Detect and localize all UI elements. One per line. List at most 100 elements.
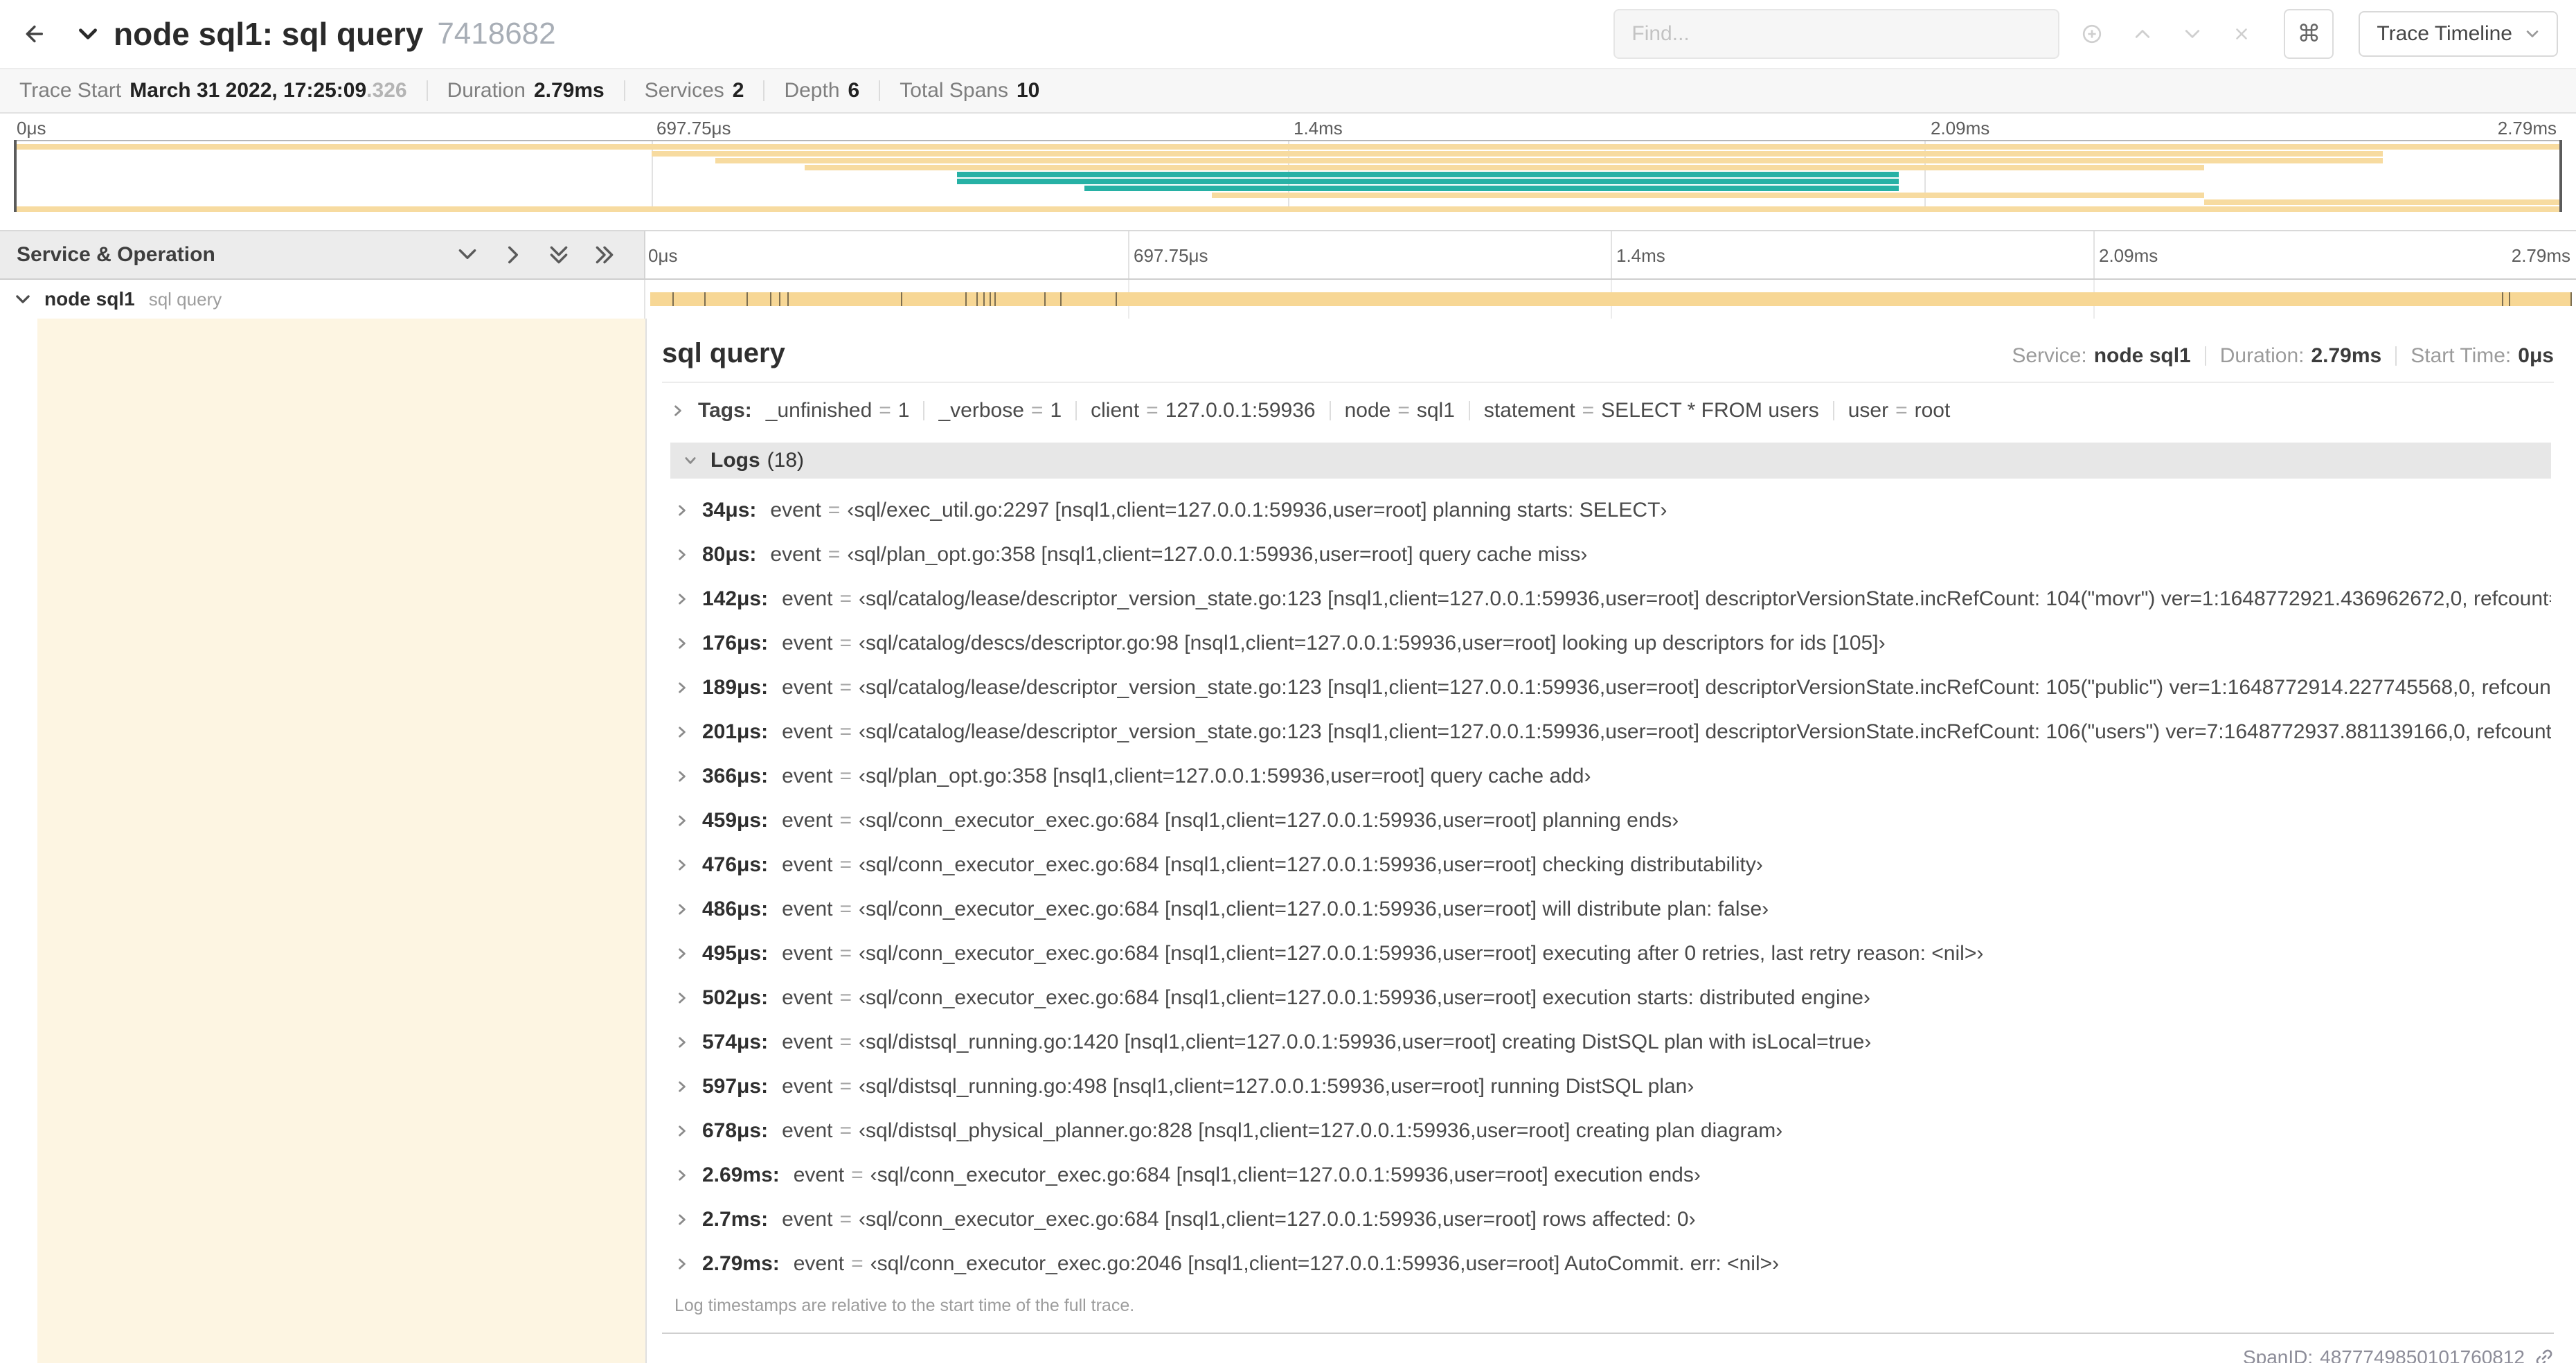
log-row[interactable]: 201μs: event = ‹sql/catalog/lease/descripto… [670,710,2551,754]
trace-view-label: Trace Timeline [2377,22,2512,45]
column-resizer[interactable] [645,319,647,1363]
chevron-right-icon [674,990,690,1006]
chevron-down-icon[interactable] [14,290,32,308]
log-row[interactable]: 2.7ms: event = ‹sql/conn_executor_exec.go:6… [670,1197,2551,1242]
log-marker [976,292,978,306]
log-row[interactable]: 459μs: event = ‹sql/conn_executor_exec.go:6… [670,799,2551,843]
log-timestamp: 80μs: [702,543,757,566]
log-field-key: event [782,809,833,832]
focus-matches-icon[interactable] [2082,24,2102,44]
minimap-span [957,179,1899,184]
prev-match-icon[interactable] [2133,24,2152,44]
log-equals: = [839,942,852,965]
tag-separator [923,401,925,420]
log-row[interactable]: 142μs: event = ‹sql/catalog/lease/descripto… [670,577,2551,621]
summary-value: 2 [732,79,744,102]
chevron-down-icon [458,249,476,259]
timeline-header-row: Service & Operation 0μs 697.75μs 1.4ms 2.09… [0,230,2576,280]
service-operation-label: Service & Operation [17,243,215,266]
log-row[interactable]: 80μs: event = ‹sql/plan_opt.go:358 [nsql1,c… [670,533,2551,577]
log-field-key: event [782,853,833,876]
log-row[interactable]: 2.79ms: event = ‹sql/conn_executor_exec.go:… [670,1242,2551,1286]
timeline-tick-label: 697.75μs [1134,245,1208,266]
clear-search-icon[interactable] [2233,25,2251,43]
span-row[interactable]: node sql1 sql query [0,280,2576,319]
log-field-value: ‹sql/catalog/lease/descriptor_version_st… [859,587,2551,610]
log-row[interactable]: 678μs: event = ‹sql/distsql_physical_planne… [670,1109,2551,1153]
log-field-value: ‹sql/catalog/descs/descriptor.go:98 [nsq… [859,632,1886,654]
tag-value: 1 [897,399,910,422]
tag-key: node [1344,399,1391,422]
meta-value: node sql1 [2093,344,2191,367]
summary-item: Total Spans 10 [900,79,1039,103]
log-row[interactable]: 2.69ms: event = ‹sql/conn_executor_exec.go:… [670,1153,2551,1197]
tag-separator [1468,401,1470,420]
next-match-icon[interactable] [2183,24,2202,44]
trace-view-selector[interactable]: Trace Timeline [2359,11,2558,57]
span-detail-panel: sql query Service: node sql1 Duration: 2.79… [662,338,2554,1363]
log-row[interactable]: 476μs: event = ‹sql/conn_executor_exec.go:6… [670,843,2551,887]
timeline-gridline [2093,231,2095,278]
back-button[interactable] [19,21,46,47]
minimap-right-scrubber[interactable] [2559,140,2562,212]
page-header: node sql1: sql query 7418682 ⌘ Trace Tim… [0,0,2576,69]
span-detail-header: sql query Service: node sql1 Duration: 2.79… [662,338,2554,369]
minimap-left-scrubber[interactable] [14,140,17,212]
chevron-right-icon [674,591,690,607]
plus-circle-icon [2083,24,2102,44]
log-row[interactable]: 502μs: event = ‹sql/conn_executor_exec.go:6… [670,976,2551,1020]
expand-one-level-button[interactable] [456,243,479,267]
span-detail-meta: Service: node sql1 Duration: 2.79ms Start Ti… [2012,344,2554,368]
header-left: node sql1: sql query 7418682 [19,15,556,53]
trace-title-collapse-toggle[interactable] [76,22,100,46]
minimap-tick-label: 2.79ms [2497,118,2557,139]
log-row[interactable]: 366μs: event = ‹sql/plan_opt.go:358 [nsql1,… [670,754,2551,799]
tags-row[interactable]: Tags: _unfinished = 1 _verbose = 1 client = 127.… [662,395,2554,426]
log-field-key: event [782,676,833,699]
log-field-key: event [782,898,833,920]
log-field-key: event [770,499,821,522]
logs-section: Logs (18) 34μs: event = ‹sql/exec_util.go:2… [670,443,2551,1316]
log-row[interactable]: 597μs: event = ‹sql/distsql_running.go:498 … [670,1064,2551,1109]
log-marker [1044,292,1046,306]
log-marker [1059,292,1062,306]
tag-value: SELECT * FROM users [1601,399,1819,422]
tag-item: user = root [1848,399,1951,422]
chevron-right-icon [674,636,690,651]
minimap-span [15,206,2561,212]
minimap-tick-label: 1.4ms [1294,118,1343,139]
minimap-canvas[interactable] [14,140,2562,212]
collapse-all-button[interactable] [593,243,616,267]
span-row-name-cell[interactable]: node sql1 sql query [0,280,645,319]
span-row-timeline-cell[interactable] [645,280,2576,319]
log-row[interactable]: 574μs: event = ‹sql/distsql_running.go:1420… [670,1020,2551,1064]
log-timestamp: 476μs: [702,853,769,876]
logs-header[interactable]: Logs (18) [670,443,2551,479]
log-row[interactable]: 495μs: event = ‹sql/conn_executor_exec.go:6… [670,932,2551,976]
log-row[interactable]: 486μs: event = ‹sql/conn_executor_exec.go:6… [670,887,2551,932]
log-field-value: ‹sql/conn_executor_exec.go:684 [nsql1,cl… [859,809,1679,832]
find-input[interactable] [1613,9,2060,59]
summary-label: Services [644,79,724,102]
tags-label: Tags: [698,399,752,422]
keyboard-shortcuts-button[interactable]: ⌘ [2284,9,2334,59]
service-operation-header: Service & Operation [0,231,645,278]
copy-link-icon[interactable] [2534,1348,2554,1363]
log-timestamp: 574μs: [702,1031,769,1053]
log-row[interactable]: 176μs: event = ‹sql/catalog/descs/descripto… [670,621,2551,666]
span-duration-bar[interactable] [650,292,2573,306]
log-row[interactable]: 189μs: event = ‹sql/catalog/lease/descripto… [670,666,2551,710]
log-timestamp: 201μs: [702,720,769,743]
timeline-gridline [1128,231,1129,278]
log-equals: = [839,587,852,610]
expand-all-button[interactable] [547,243,571,267]
timeline-gridline [1611,231,1612,278]
log-field-value: ‹sql/distsql_physical_planner.go:828 [ns… [859,1119,1783,1142]
tag-equals: = [1030,399,1044,422]
collapse-one-level-button[interactable] [501,243,525,267]
log-timestamp: 2.79ms: [702,1252,780,1275]
log-row[interactable]: 34μs: event = ‹sql/exec_util.go:2297 [nsql1… [670,488,2551,533]
minimap-span [715,158,2383,163]
log-timestamp: 495μs: [702,942,769,965]
log-marker [2502,292,2504,306]
